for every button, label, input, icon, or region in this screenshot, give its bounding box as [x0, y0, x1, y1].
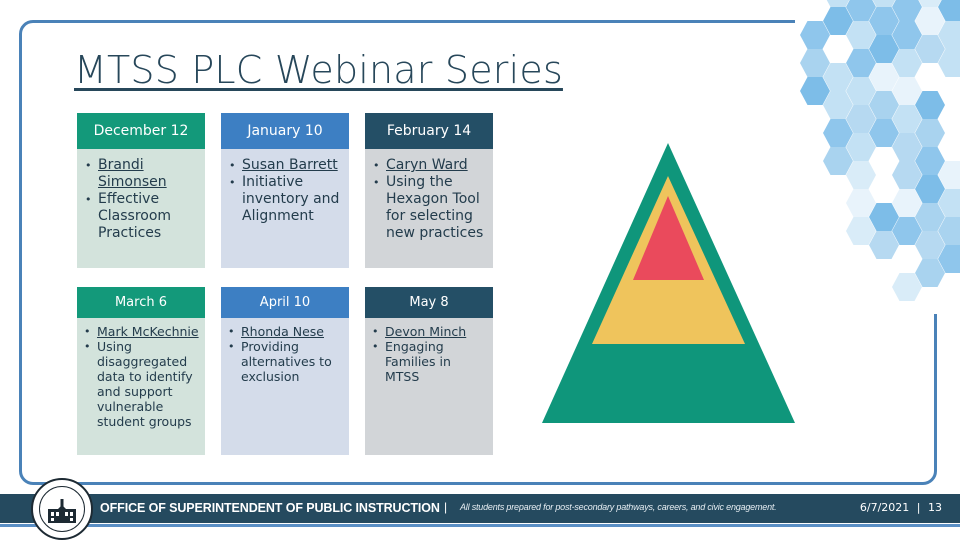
footer-separator: | [444, 500, 448, 514]
mtss-pyramid [542, 143, 795, 423]
footer-tagline: All students prepared for post-secondary… [460, 502, 777, 512]
footer-accent-line [0, 524, 960, 527]
slide-info: 6/7/2021 | 13 [860, 501, 942, 514]
slide-number: 13 [928, 501, 942, 514]
organization-name: OFFICE OF SUPERINTENDENT OF PUBLIC INSTR… [100, 501, 440, 515]
ospi-seal-logo [31, 478, 93, 540]
slide-info-separator: | [916, 501, 921, 514]
seal-building-icon [39, 486, 85, 532]
slide-date: 6/7/2021 [859, 501, 910, 514]
